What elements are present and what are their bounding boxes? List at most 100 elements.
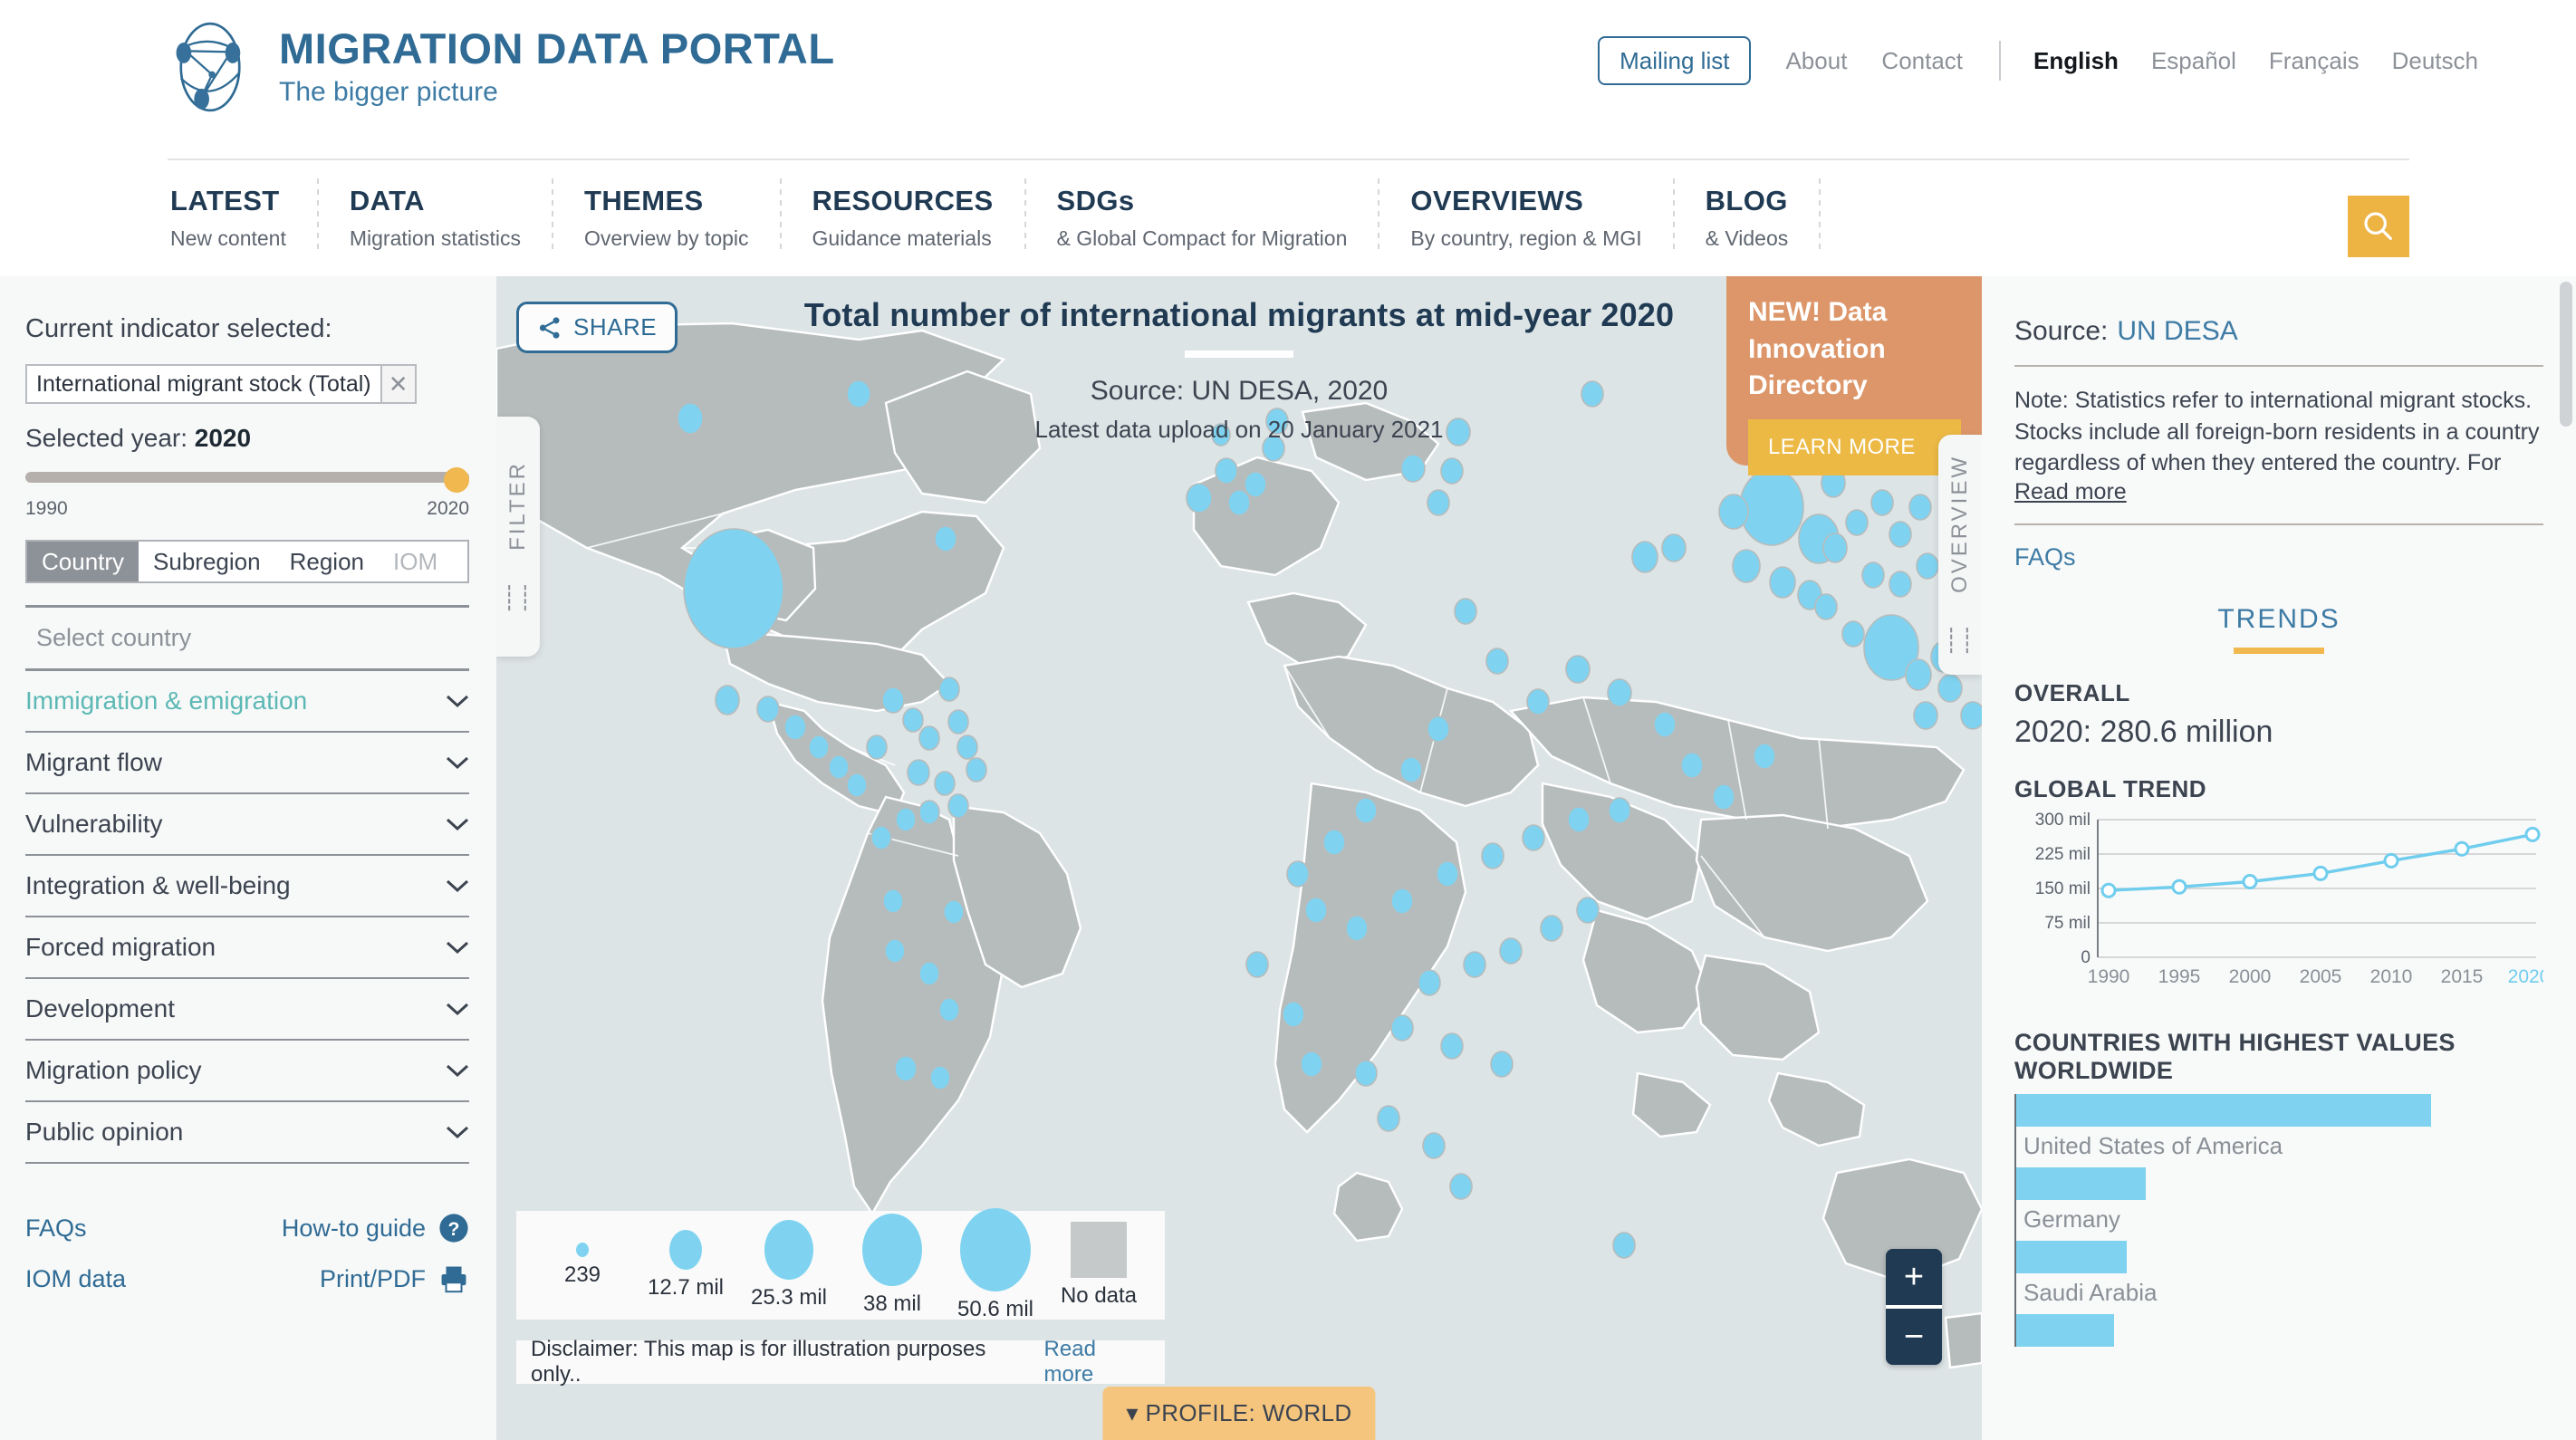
nav-item-data[interactable]: DATA Migration statistics — [319, 168, 552, 251]
grip-handle-icon: ┊┊ — [1944, 627, 1976, 655]
scope-tab-country[interactable]: Country — [27, 542, 139, 581]
accordion-label: Migration policy — [25, 1056, 202, 1084]
nav-item-sdgs[interactable]: SDGs & Global Compact for Migration — [1026, 168, 1379, 251]
accordion-integration-wellbeing[interactable]: Integration & well-being — [25, 856, 469, 917]
search-button[interactable] — [2348, 196, 2409, 257]
accordion-forced-migration[interactable]: Forced migration — [25, 917, 469, 979]
banner-title: NEW! Data Innovation Directory — [1748, 297, 1888, 400]
sidebar-link-print-pdf[interactable]: Print/PDF — [320, 1265, 426, 1293]
x-tick-2005: 2005 — [2300, 966, 2342, 987]
selected-year-prefix: Selected year: — [25, 424, 195, 452]
language-english[interactable]: English — [2033, 47, 2119, 75]
app-body: Current indicator selected: Internationa… — [0, 276, 2576, 1440]
right-panel-faqs-link[interactable]: FAQs — [2014, 543, 2543, 571]
accordion-label: Public opinion — [25, 1118, 184, 1146]
share-icon — [539, 316, 560, 339]
search-icon — [2364, 212, 2392, 240]
accordion-vulnerability[interactable]: Vulnerability — [25, 794, 469, 856]
nav-item-overviews[interactable]: OVERVIEWS By country, region & MGI — [1379, 168, 1672, 251]
disclaimer-read-more-link[interactable]: Read more — [1044, 1337, 1150, 1387]
filter-tab[interactable]: FILTER ┊┊ — [496, 417, 540, 657]
overview-tab[interactable]: OVERVIEW ┊┊ — [1938, 435, 1982, 675]
nav-item-overviews-title: OVERVIEWS — [1410, 185, 1584, 216]
filter-tab-label: FILTER — [505, 460, 530, 551]
trends-tab-header: TRENDS — [2014, 604, 2543, 654]
nav-item-themes[interactable]: THEMES Overview by topic — [553, 168, 780, 251]
nav-item-blog[interactable]: BLOG & Videos — [1675, 168, 1820, 251]
nav-link-contact[interactable]: Contact — [1881, 47, 1963, 75]
accordion-development[interactable]: Development — [25, 979, 469, 1041]
brand-logo-block[interactable]: MIGRATION DATA PORTAL The bigger picture — [163, 20, 835, 114]
accordion-label: Migrant flow — [25, 748, 162, 776]
legend-bubble — [960, 1208, 1031, 1291]
country-bar-row[interactable]: Saudi Arabia — [2016, 1240, 2543, 1314]
chevron-down-icon — [446, 941, 469, 955]
selected-indicator-chip[interactable]: International migrant stock (Total) ✕ — [25, 364, 417, 404]
chevron-down-icon — [446, 1126, 469, 1139]
y-tick-225: 225 mil — [2035, 845, 2091, 864]
scope-tab-region[interactable]: Region — [275, 542, 379, 581]
x-tick-2000: 2000 — [2229, 966, 2272, 987]
sidebar-link-iom-data[interactable]: IOM data — [25, 1265, 126, 1293]
right-panel-scrollbar[interactable] — [2560, 282, 2572, 427]
question-circle-icon[interactable]: ? — [438, 1213, 469, 1243]
nav-item-blog-title: BLOG — [1705, 185, 1788, 216]
accordion-public-opinion[interactable]: Public opinion — [25, 1102, 469, 1164]
chevron-down-icon — [446, 818, 469, 831]
country-label: Saudi Arabia — [2023, 1278, 2158, 1306]
year-slider-track[interactable] — [25, 472, 469, 483]
country-bar-row[interactable] — [2016, 1313, 2543, 1347]
accordion-migration-policy[interactable]: Migration policy — [25, 1041, 469, 1102]
select-country-input[interactable]: Select country — [25, 605, 469, 671]
legend-item: 50.6 mil — [944, 1208, 1047, 1322]
country-bar-row[interactable]: Germany — [2016, 1166, 2543, 1241]
nav-item-latest[interactable]: LATEST New content — [0, 168, 317, 251]
nav-item-sdgs-title: SDGs — [1056, 185, 1135, 216]
sidebar-link-faqs[interactable]: FAQs — [25, 1214, 87, 1243]
note-read-more-link[interactable]: Read more — [2014, 479, 2127, 505]
profile-world-button[interactable]: ▾ PROFILE: WORLD — [1102, 1387, 1376, 1440]
nav-item-latest-subtitle: New content — [170, 226, 286, 251]
printer-icon[interactable] — [438, 1263, 469, 1294]
right-sidebar: Source: UN DESA Note: Statistics refer to… — [1982, 276, 2576, 1440]
language-espanol[interactable]: Español — [2151, 47, 2236, 75]
language-francais[interactable]: Français — [2269, 47, 2360, 75]
zoom-out-button[interactable]: − — [1886, 1309, 1942, 1365]
brand-tagline: The bigger picture — [279, 76, 498, 107]
page-title: MIGRATION DATA PORTAL — [279, 24, 835, 73]
close-icon[interactable]: ✕ — [380, 366, 415, 402]
year-slider-thumb[interactable] — [444, 467, 469, 493]
learn-more-button[interactable]: LEARN MORE — [1748, 418, 1961, 475]
chevron-down-icon — [446, 695, 469, 708]
trends-tab-underline — [2234, 647, 2324, 654]
source-link-un-desa[interactable]: UN DESA — [2117, 316, 2237, 346]
year-slider[interactable] — [25, 467, 469, 493]
legend-item: 12.7 mil — [634, 1230, 737, 1301]
country-label: Germany — [2023, 1205, 2120, 1233]
accordion-immigration-emigration[interactable]: Immigration & emigration — [25, 671, 469, 733]
legend-bubble — [862, 1214, 922, 1286]
trends-tab-label[interactable]: TRENDS — [2014, 604, 2543, 635]
nav-item-resources[interactable]: RESOURCES Guidance materials — [782, 168, 1024, 251]
legend-label: 12.7 mil — [647, 1275, 725, 1300]
global-trend-line-chart[interactable]: 300 mil 225 mil 150 mil 75 mil 0 1990 19… — [2014, 811, 2551, 990]
country-bar-row[interactable]: United States of America — [2016, 1093, 2543, 1167]
world-map-panel[interactable]: SHARE Total number of international migr… — [496, 276, 1982, 1440]
trend-chart-line — [2108, 832, 2533, 892]
language-deutsch[interactable]: Deutsch — [2392, 47, 2478, 75]
legend-label: 239 — [563, 1262, 601, 1287]
mailing-list-button[interactable]: Mailing list — [1598, 36, 1752, 85]
nav-separator — [1819, 178, 1821, 251]
accordion-label: Development — [25, 994, 175, 1022]
scope-tab-subregion[interactable]: Subregion — [139, 542, 275, 581]
y-tick-75: 75 mil — [2044, 914, 2091, 933]
left-sidebar: Current indicator selected: Internationa… — [0, 276, 496, 1440]
sidebar-link-how-to-guide[interactable]: How-to guide — [282, 1214, 426, 1243]
share-button[interactable]: SHARE — [516, 302, 678, 353]
countries-bar-chart: United States of America Germany Saudi A… — [2014, 1093, 2543, 1347]
zoom-in-button[interactable]: + — [1886, 1249, 1942, 1305]
nav-item-sdgs-subtitle: & Global Compact for Migration — [1056, 226, 1348, 251]
accordion-migrant-flow[interactable]: Migrant flow — [25, 733, 469, 794]
y-tick-300: 300 mil — [2035, 812, 2091, 830]
nav-link-about[interactable]: About — [1785, 47, 1847, 75]
